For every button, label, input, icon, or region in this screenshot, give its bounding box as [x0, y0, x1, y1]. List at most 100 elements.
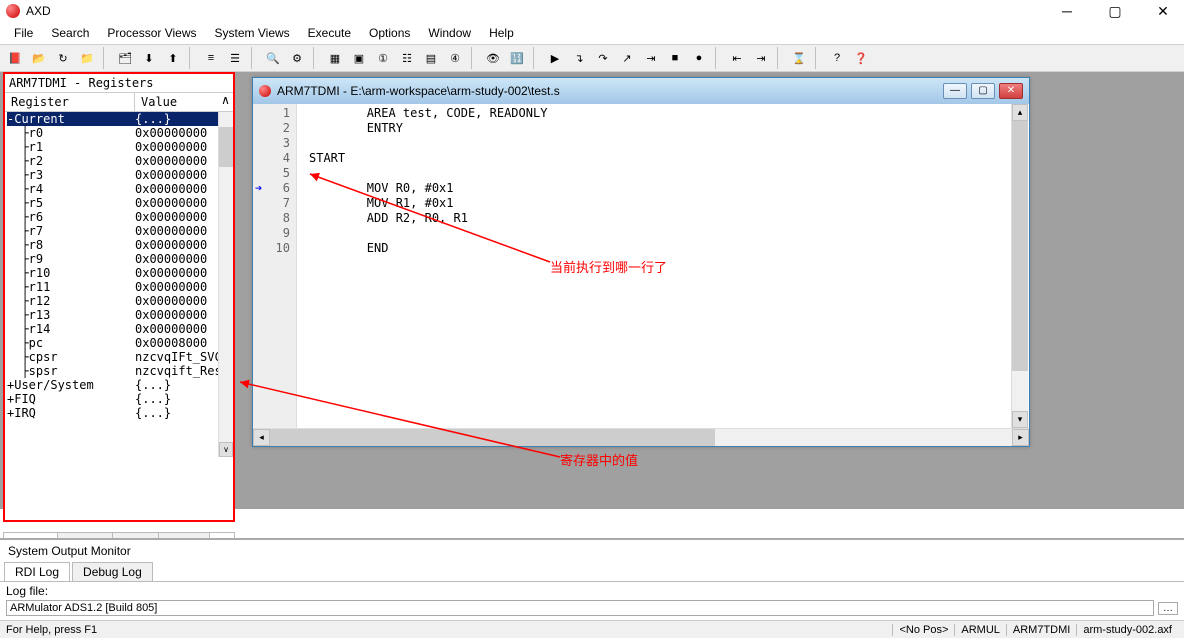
scroll-down-icon[interactable]: ∨ [219, 442, 233, 457]
code-line[interactable]: ENTRY [309, 121, 1029, 136]
hscroll-thumb[interactable] [270, 429, 715, 446]
annotation-reg-values: 寄存器中的值 [560, 450, 638, 469]
registers-header: Register Value ∧ [5, 92, 233, 112]
code-text[interactable]: AREA test, CODE, READONLY ENTRY START MOV… [297, 104, 1029, 428]
arrow-right-button[interactable]: ⇥ [750, 47, 772, 69]
memory-button[interactable]: ▤ [420, 47, 442, 69]
scroll-left-icon[interactable]: ◂ [253, 429, 270, 446]
register-row[interactable]: ├r70x00000000 [5, 224, 233, 238]
register-row[interactable]: ├r100x00000000 [5, 266, 233, 280]
menu-execute[interactable]: Execute [300, 24, 359, 42]
run-button[interactable]: ▶ [544, 47, 566, 69]
menu-help[interactable]: Help [481, 24, 522, 42]
code-line[interactable]: MOV R0, #0x1 [309, 181, 1029, 196]
code-maximize-button[interactable]: ▢ [971, 83, 995, 99]
menu-search[interactable]: Search [43, 24, 97, 42]
register-row[interactable]: ├r90x00000000 [5, 252, 233, 266]
register-row[interactable]: ├r30x00000000 [5, 168, 233, 182]
book-button[interactable]: 📕 [4, 47, 26, 69]
folder-open-button[interactable]: 📂 [28, 47, 50, 69]
register-row[interactable]: ├r10x00000000 [5, 140, 233, 154]
register-row[interactable]: ├r00x00000000 [5, 126, 233, 140]
register-row[interactable]: +User/System{...} [5, 378, 233, 392]
binary-button[interactable]: ① [372, 47, 394, 69]
maximize-button[interactable]: ▢ [1100, 3, 1130, 20]
registers-scrollbar[interactable]: ∨ [218, 112, 233, 457]
code-close-button[interactable]: ✕ [999, 83, 1023, 99]
step-out-button[interactable]: ↗ [616, 47, 638, 69]
breakpoint-button[interactable]: ● [688, 47, 710, 69]
col-value[interactable]: Value [135, 93, 218, 111]
list-button[interactable]: ☰ [224, 47, 246, 69]
search-button[interactable]: 🔍 [262, 47, 284, 69]
folder-two-button[interactable]: 🗂 [114, 47, 136, 69]
register-row[interactable]: +IRQ{...} [5, 406, 233, 420]
menu-file[interactable]: File [6, 24, 41, 42]
code-line[interactable]: MOV R1, #0x1 [309, 196, 1029, 211]
code-line[interactable]: ADD R2, R0, R1 [309, 211, 1029, 226]
scroll-up-icon[interactable]: ▴ [1012, 104, 1028, 121]
status-segment: ARMUL [954, 624, 1006, 636]
folder-button[interactable]: 📁 [76, 47, 98, 69]
arrow-left-button[interactable]: ⇤ [726, 47, 748, 69]
register-row[interactable]: ├pc0x00008000 [5, 336, 233, 350]
code-window-titlebar[interactable]: ARM7TDMI - E:\arm-workspace\arm-study-00… [253, 78, 1029, 104]
code-vscrollbar[interactable]: ▴ ▾ [1011, 104, 1028, 428]
locals-button[interactable]: 🔢 [506, 47, 528, 69]
disk-in-button[interactable]: ⬇ [138, 47, 160, 69]
output-tab-rdi-log[interactable]: RDI Log [4, 562, 70, 581]
code-line[interactable]: END [309, 241, 1029, 256]
context-help-button[interactable]: ❓ [850, 47, 872, 69]
register-row[interactable]: ├r80x00000000 [5, 238, 233, 252]
code-line[interactable] [309, 226, 1029, 241]
watch-button[interactable]: 👁 [482, 47, 504, 69]
output-tab-debug-log[interactable]: Debug Log [72, 562, 153, 581]
bars-button[interactable]: ≡ [200, 47, 222, 69]
scroll-up-icon[interactable]: ∧ [218, 93, 233, 111]
register-row[interactable]: ├r50x00000000 [5, 196, 233, 210]
menu-processor-views[interactable]: Processor Views [99, 24, 204, 42]
disk-out-button[interactable]: ⬆ [162, 47, 184, 69]
code-line[interactable]: START [309, 151, 1029, 166]
stop-button[interactable]: ■ [664, 47, 686, 69]
vscroll-thumb[interactable] [1012, 121, 1028, 371]
register-row[interactable]: ├r20x00000000 [5, 154, 233, 168]
register-row[interactable]: ├spsrnzcvqift_Res [5, 364, 233, 378]
step-over-button[interactable]: ↷ [592, 47, 614, 69]
register-row[interactable]: ├r110x00000000 [5, 280, 233, 294]
register-row[interactable]: +FIQ{...} [5, 392, 233, 406]
menu-window[interactable]: Window [420, 24, 479, 42]
minimize-button[interactable]: ─ [1052, 3, 1082, 20]
scroll-down-icon[interactable]: ▾ [1012, 411, 1028, 428]
col-register[interactable]: Register [5, 93, 135, 111]
help-button[interactable]: ? [826, 47, 848, 69]
logfile-input[interactable] [6, 600, 1154, 616]
stack-button[interactable]: ☷ [396, 47, 418, 69]
processor-button[interactable]: ▦ [324, 47, 346, 69]
code-line[interactable] [309, 136, 1029, 151]
register-row[interactable]: ├r140x00000000 [5, 322, 233, 336]
menu-system-views[interactable]: System Views [207, 24, 298, 42]
gear-button[interactable]: ⚙ [286, 47, 308, 69]
window-button[interactable]: ▣ [348, 47, 370, 69]
code-line[interactable] [309, 166, 1029, 181]
code-hscrollbar[interactable]: ◂ ▸ [253, 428, 1029, 446]
close-button[interactable]: ✕ [1148, 3, 1178, 20]
menu-options[interactable]: Options [361, 24, 418, 42]
register-row[interactable]: ├r130x00000000 [5, 308, 233, 322]
register-row[interactable]: ├r120x00000000 [5, 294, 233, 308]
logfile-browse-icon[interactable]: … [1158, 602, 1178, 615]
refresh-button[interactable]: ↻ [52, 47, 74, 69]
register-row[interactable]: ├r40x00000000 [5, 182, 233, 196]
code-minimize-button[interactable]: — [943, 83, 967, 99]
scroll-right-icon[interactable]: ▸ [1012, 429, 1029, 446]
four-button[interactable]: ④ [444, 47, 466, 69]
step-into-button[interactable]: ↴ [568, 47, 590, 69]
register-row[interactable]: ├r60x00000000 [5, 210, 233, 224]
hourglass-button[interactable]: ⌛ [788, 47, 810, 69]
run-to-button[interactable]: ⇥ [640, 47, 662, 69]
scrollbar-thumb[interactable] [219, 127, 233, 167]
register-row[interactable]: -Current{...} [5, 112, 233, 126]
code-line[interactable]: AREA test, CODE, READONLY [309, 106, 1029, 121]
register-row[interactable]: ├cpsrnzcvqIFt_SVC [5, 350, 233, 364]
